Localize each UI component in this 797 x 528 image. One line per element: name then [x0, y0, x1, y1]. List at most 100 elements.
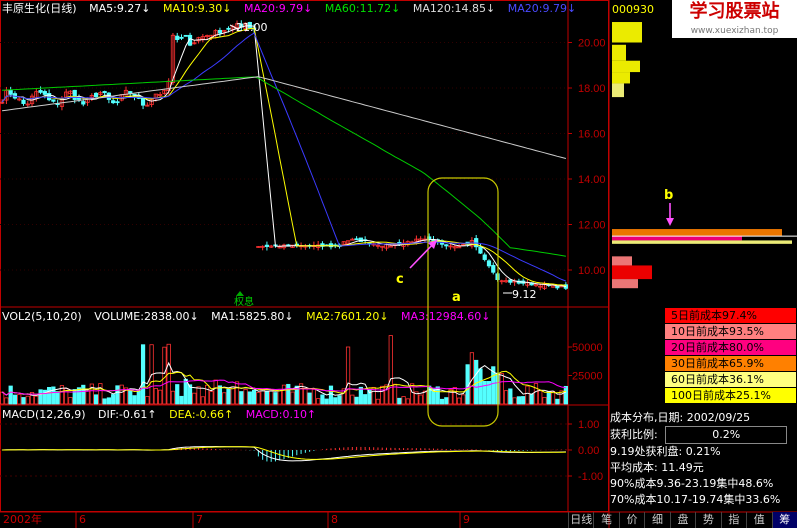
volume-bar	[12, 394, 18, 405]
annotation-high: 21.00	[236, 21, 268, 34]
macd-tick-label: 0.00	[578, 445, 599, 457]
legend-vol-ma3: MA3:12984.60↓	[401, 310, 491, 323]
volume-bar	[21, 397, 26, 405]
chip-band	[612, 240, 792, 244]
volume-bar	[226, 388, 231, 405]
volume-bar	[563, 385, 568, 405]
volume-bar	[482, 380, 487, 405]
price-tick-label: 12.00	[578, 220, 606, 232]
cost-row: 60日前成本36.1%	[665, 372, 796, 387]
candle	[93, 92, 99, 98]
volume-bar	[358, 386, 363, 405]
volume-bar	[17, 394, 22, 405]
price-tick-label: 18.00	[578, 83, 606, 95]
legend-ma60: MA60:11.72↓	[324, 2, 401, 15]
chart-border	[0, 0, 609, 512]
volume-bar	[4, 397, 9, 405]
info-profit-value: 0.2%	[665, 426, 788, 444]
macd-tick-label: 1.00	[578, 419, 599, 431]
volume-bar	[324, 398, 329, 405]
volume-bar	[85, 389, 90, 405]
cost-table: 5日前成本97.4% 10日前成本93.5% 20日前成本80.0% 30日前成本65…	[665, 308, 796, 404]
cost-row: 5日前成本97.4%	[665, 308, 796, 323]
volume-bar	[555, 398, 560, 405]
volume-bar	[350, 394, 355, 405]
volume-bar	[290, 391, 295, 405]
price-legend: 丰原生化(日线) MA5:9.27↓ MA10:9.30↓ MA20:9.79↓…	[2, 2, 585, 16]
legend-vol-volume: VOLUME:2838.00↓	[94, 310, 199, 323]
legend-ma120: MA120:14.85↓	[412, 2, 496, 15]
cost-row: 30日前成本65.9%	[665, 356, 796, 371]
annotation-low: 9.12	[512, 288, 537, 301]
volume-bar	[405, 398, 410, 405]
volume-bar	[397, 397, 402, 405]
info-profit-label: 获利比例:	[610, 428, 658, 441]
volume-bar	[269, 390, 274, 405]
volume-bar	[444, 397, 449, 405]
cost-row: 10日前成本93.5%	[665, 324, 796, 339]
volume-bar	[68, 397, 73, 405]
volume-bar	[452, 387, 457, 405]
volume-bar	[200, 396, 205, 405]
volume-bar	[93, 394, 99, 405]
candle	[354, 238, 359, 241]
volume-bar	[388, 335, 393, 405]
legend-vol-ma1: MA1:5825.80↓	[211, 310, 294, 323]
volume-bar	[8, 385, 13, 405]
chip-band	[612, 83, 624, 98]
candle	[21, 99, 26, 104]
chip-band	[612, 22, 642, 43]
volume-bar	[316, 398, 321, 405]
legend-macd-value: MACD:0.10↑	[245, 408, 317, 421]
tab-3[interactable]: 细	[644, 512, 669, 528]
volume-bar	[158, 389, 163, 405]
watermark-title: 学习股票站	[689, 1, 780, 22]
legend-macd-name: MACD(12,26,9)	[2, 408, 86, 421]
volume-bar	[260, 388, 265, 405]
legend-stock-name: 丰原生化(日线)	[2, 2, 77, 15]
volume-bar	[401, 396, 406, 405]
x-axis-label: 6	[79, 513, 86, 526]
tab-8[interactable]: 筹	[771, 512, 797, 528]
arrow-b-head	[666, 218, 674, 226]
volume-bar	[345, 346, 351, 405]
volume-bar	[375, 398, 381, 405]
volume-bar	[439, 398, 445, 405]
tab-2[interactable]: 价	[618, 512, 644, 528]
volume-bar	[25, 395, 30, 405]
volume-bar	[162, 346, 167, 405]
volume-bar	[247, 391, 252, 405]
volume-bar	[281, 384, 287, 405]
volume-bar	[140, 344, 146, 405]
legend-ma5: MA5:9.27↓	[89, 2, 151, 15]
candle	[115, 101, 120, 104]
volume-bar	[205, 384, 210, 405]
ma60-line	[2, 76, 566, 257]
tab-4[interactable]: 盘	[669, 512, 695, 528]
x-axis-label: 7	[196, 513, 203, 526]
macd-tick-label: -1.00	[578, 471, 603, 483]
volume-bar	[192, 392, 197, 405]
volume-bar	[217, 385, 223, 405]
candle	[444, 244, 449, 247]
candle	[217, 29, 223, 34]
volume-bar	[175, 384, 180, 405]
tab-1[interactable]: 笔	[593, 512, 618, 528]
tab-5[interactable]: 势	[695, 512, 720, 528]
cost-row: 100日前成本25.1%	[665, 388, 796, 403]
candle	[478, 246, 483, 254]
volume-bar	[256, 392, 261, 405]
volume-bar	[538, 390, 543, 405]
volume-bar	[47, 387, 52, 405]
volume-bar	[196, 386, 201, 405]
volume-bar	[303, 388, 308, 405]
volume-bar	[179, 395, 184, 405]
volume-bar	[503, 390, 509, 405]
tab-0[interactable]: 日线	[568, 512, 593, 528]
candle	[102, 91, 107, 94]
tab-6[interactable]: 指	[720, 512, 746, 528]
macd-legend: MACD(12,26,9) DIF:-0.61↑ DEA:-0.66↑ MACD…	[2, 408, 325, 422]
volume-bar	[38, 389, 43, 405]
tab-7[interactable]: 值	[746, 512, 771, 528]
annotation-b: b	[664, 188, 674, 203]
